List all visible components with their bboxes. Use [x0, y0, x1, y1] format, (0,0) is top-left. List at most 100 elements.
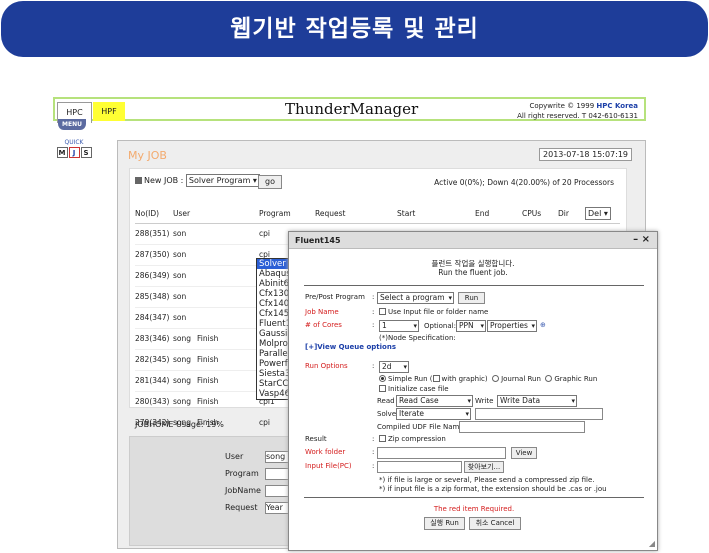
job-user: son — [173, 307, 259, 329]
job-user-name: song — [173, 376, 192, 385]
job-status: Finish — [197, 355, 219, 364]
prepost-label: Pre/Post Program — [305, 293, 365, 301]
cores-select[interactable]: 1 — [379, 320, 419, 332]
menu-button[interactable]: MENU — [58, 119, 86, 130]
optional-label: Optional: — [424, 322, 456, 330]
required-note: The red item Required. — [433, 505, 515, 513]
journal-run-label: Journal Run — [501, 375, 541, 383]
copyright-org: HPC Korea — [596, 102, 638, 110]
dialog-subtitle: 플런트 작업을 실행합니다. Run the fluent job. — [289, 259, 657, 277]
add-icon[interactable]: ⊕ — [540, 321, 546, 329]
col-del[interactable]: Del ▾ — [585, 205, 620, 224]
zip-label: Zip compression — [388, 435, 446, 443]
write-select[interactable]: Write Data — [497, 395, 577, 407]
journal-run-radio[interactable] — [492, 375, 500, 382]
prepost-select[interactable]: Select a program — [377, 292, 454, 304]
cores-label: # of Cores — [305, 321, 342, 329]
ppn-select[interactable]: PPN — [456, 320, 486, 332]
new-job-row: New JOB : Solver Program ▾ — [135, 174, 260, 187]
resize-handle-icon[interactable]: ◢ — [649, 539, 655, 548]
job-user-name: song — [173, 355, 192, 364]
col-cpus: CPUs — [522, 205, 558, 224]
col-start: Start — [397, 205, 475, 224]
job-id: 281(344) — [135, 370, 173, 392]
job-user: son — [173, 223, 259, 245]
dimension-select[interactable]: 2d — [379, 361, 409, 373]
solver-select-value: Solver Program — [188, 176, 251, 185]
udf-label: Compiled UDF File Name — [377, 423, 464, 431]
inputfile-input[interactable] — [377, 461, 462, 473]
close-icon[interactable]: × — [642, 234, 650, 245]
job-id: 286(349) — [135, 265, 173, 287]
job-user: son — [173, 244, 259, 266]
job-user: song Finish — [173, 370, 259, 392]
copyright-line1: Copywrite © 1999 — [529, 102, 595, 110]
zip-checkbox[interactable] — [379, 435, 386, 442]
job-id: 285(348) — [135, 286, 173, 308]
view-button[interactable]: View — [511, 447, 537, 459]
tab-hpf[interactable]: HPF — [93, 102, 125, 121]
read-select[interactable]: Read Case — [396, 395, 473, 407]
top-bar: HPC HPF ThunderManager Copywrite © 1999 … — [53, 97, 646, 123]
job-user: son — [173, 265, 259, 287]
graphic-run-label: Graphic Run — [554, 375, 598, 383]
subtitle-en: Run the fluent job. — [438, 268, 508, 277]
inputfile-label: Input File(PC) — [305, 462, 352, 470]
note-2: *) if input file is a zip format, the ex… — [379, 485, 607, 493]
subtitle-ko: 플런트 작업을 실행합니다. — [431, 259, 515, 268]
col-user: User — [173, 205, 259, 224]
col-end: End — [475, 205, 522, 224]
udf-input[interactable] — [459, 421, 585, 433]
with-graphic-label: with graphic) — [441, 375, 488, 383]
page-title: My JOB — [128, 149, 167, 162]
workfolder-input[interactable] — [377, 447, 506, 459]
read-label: Read — [377, 397, 395, 405]
job-id: 287(350) — [135, 244, 173, 266]
dialog-title: Fluent145 — [289, 232, 657, 249]
jobname-checkbox[interactable] — [379, 308, 386, 315]
prepost-run-button[interactable]: Run — [458, 292, 485, 304]
dialog-controls: – × — [633, 234, 650, 245]
program-label: Program — [225, 469, 259, 478]
quick-j-icon[interactable]: J — [68, 147, 80, 158]
browse-button[interactable]: 찾아보기... — [464, 461, 504, 473]
processor-status: Active 0(0%); Down 4(20.00%) of 20 Proce… — [434, 178, 614, 187]
col-request: Request — [315, 205, 397, 224]
init-case-label: Initialize case file — [388, 385, 449, 393]
simple-run-radio[interactable] — [379, 375, 386, 382]
solve-label: Solve — [377, 410, 397, 418]
result-label: Result — [305, 435, 327, 443]
job-status: Finish — [197, 376, 219, 385]
job-user-name: song — [173, 397, 192, 406]
new-job-label: New JOB : — [144, 176, 184, 185]
job-user-name: song — [173, 334, 192, 343]
cancel-button[interactable]: 취소 Cancel — [469, 517, 521, 530]
minimize-icon[interactable]: – — [633, 234, 638, 245]
chevron-down-icon: ▾ — [252, 176, 257, 185]
solve-select[interactable]: Iterate — [396, 408, 471, 420]
solver-select[interactable]: Solver Program ▾ — [185, 174, 260, 187]
job-id: 282(345) — [135, 349, 173, 371]
simple-run-label: Simple Run ( — [388, 375, 433, 383]
solve-input[interactable] — [475, 408, 603, 420]
quick-s-icon[interactable]: S — [80, 147, 92, 158]
job-user: song Finish — [173, 391, 259, 413]
go-button[interactable]: go — [258, 175, 282, 189]
job-user: song Finish — [173, 349, 259, 371]
graphic-run-radio[interactable] — [545, 375, 553, 382]
init-case-checkbox[interactable] — [379, 385, 386, 392]
note-1: *) if file is large or several, Please s… — [379, 476, 595, 484]
brand-logo: ThunderManager — [285, 100, 419, 118]
col-dir: Dir — [558, 205, 585, 224]
exec-run-button[interactable]: 실행 Run — [424, 517, 465, 530]
request-label: Request — [225, 503, 258, 512]
properties-select[interactable]: Properties — [487, 320, 537, 332]
view-queue-link[interactable]: [+]View Queue options — [305, 343, 396, 351]
del-select[interactable]: Del ▾ — [585, 207, 611, 221]
new-job-icon — [135, 177, 142, 184]
del-label: Del — [588, 209, 602, 219]
jobname-option: Use Input file or folder name — [388, 308, 489, 316]
with-graphic-checkbox[interactable] — [432, 375, 440, 382]
job-status: Finish — [197, 334, 219, 343]
quick-m-icon[interactable]: M — [56, 147, 68, 158]
